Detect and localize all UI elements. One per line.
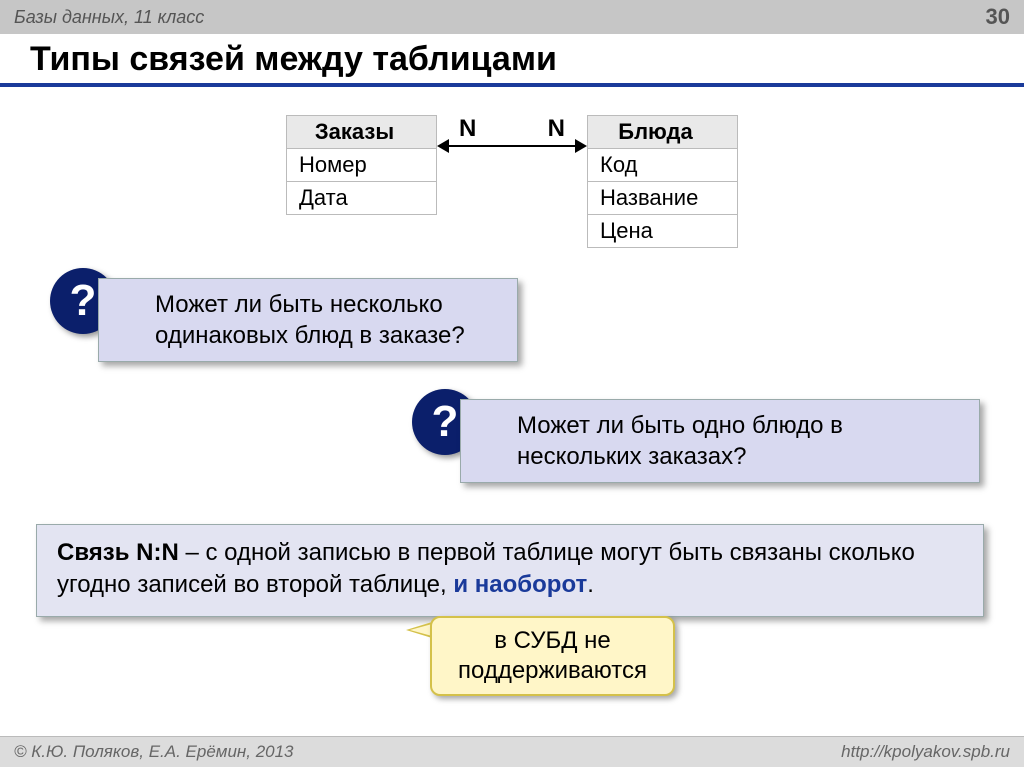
cardinality-right: N [548,115,565,143]
copyright-text: © К.Ю. Поляков, Е.А. Ерёмин, 2013 [14,742,294,762]
relation-arrow: N N [437,117,587,153]
arrow-right-icon [575,139,587,153]
title-row: Типы связей между таблицами [0,34,1024,87]
question-mark: ? [70,276,97,326]
definition-dot: . [587,571,594,598]
callout-pointer-fill-icon [410,624,432,636]
table-orders-header: Заказы [287,116,437,149]
footer-bar: © К.Ю. Поляков, Е.А. Ерёмин, 2013 http:/… [0,736,1024,767]
callout-line2: поддерживаются [458,656,647,686]
footer-url: http://kpolyakov.spb.ru [841,742,1010,762]
callout-box: в СУБД не поддерживаются [430,616,675,696]
table-dishes-header: Блюда [588,116,738,149]
callout-line1: в СУБД не [458,626,647,656]
table-dishes-field: Название [588,182,738,215]
definition-box: Связь N:N – с одной записью в первой таб… [36,524,984,617]
er-diagram: Заказы Номер Дата N N Блюда Код Название… [0,115,1024,248]
header-bar: Базы данных, 11 класс 30 [0,0,1024,34]
table-orders: Заказы Номер Дата [286,115,437,215]
page-number: 30 [986,4,1010,30]
definition-term: Связь N:N [57,539,179,566]
cardinality-left: N [459,115,476,143]
definition-accent: и наоборот [453,571,587,598]
page-title: Типы связей между таблицами [30,40,994,79]
table-dishes: Блюда Код Название Цена [587,115,738,248]
table-orders-field: Номер [287,149,437,182]
subject-label: Базы данных, 11 класс [14,7,204,28]
question-box-1: Может ли быть несколько одинаковых блюд … [98,278,518,362]
table-dishes-field: Цена [588,215,738,248]
question-mark: ? [432,397,459,447]
question-2-text: Может ли быть одно блюдо в нескольких за… [517,412,843,470]
arrow-left-icon [437,139,449,153]
arrow-line-icon [447,145,577,147]
table-orders-field: Дата [287,182,437,215]
question-box-2: Может ли быть одно блюдо в нескольких за… [460,399,980,483]
question-1-text: Может ли быть несколько одинаковых блюд … [155,291,465,349]
table-dishes-field: Код [588,149,738,182]
